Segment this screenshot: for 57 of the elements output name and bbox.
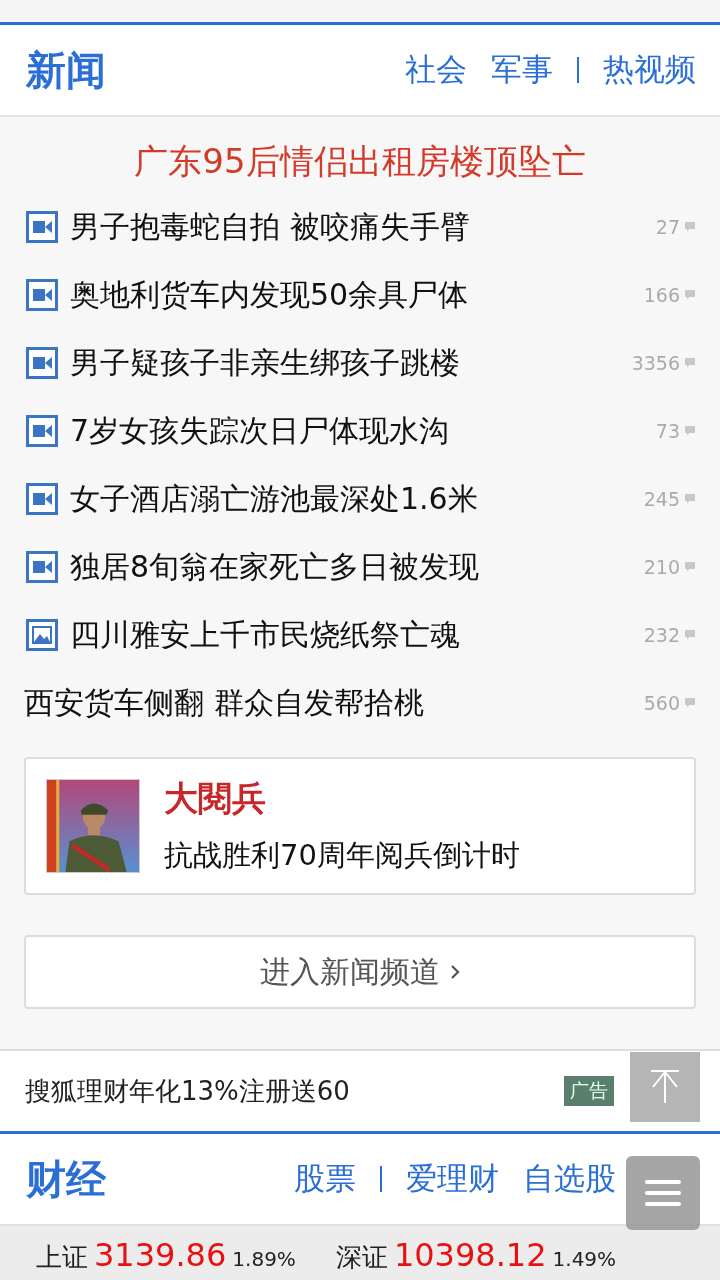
section-title[interactable]: 财经 [26, 1151, 106, 1207]
news-link[interactable]: 奥地利货车内发现50余具尸体 [70, 274, 644, 316]
channel-button[interactable]: 进入新闻频道 [24, 935, 696, 1009]
promo-card[interactable]: 大閱兵 抗战胜利70周年阅兵倒计时 [24, 757, 696, 895]
news-link[interactable]: 男子抱毒蛇自拍 被咬痛失手臂 [70, 206, 656, 248]
news-link[interactable]: 7岁女孩失踪次日尸体现水沟 [70, 410, 656, 452]
menu-button[interactable] [626, 1156, 700, 1230]
section-link[interactable]: 热视频 [603, 49, 696, 91]
comment-count: 73 [655, 420, 680, 442]
promo-subtitle: 抗战胜利70周年阅兵倒计时 [164, 837, 520, 874]
news-link[interactable]: 西安货车侧翻 群众自发帮拾桃 [24, 682, 644, 724]
video-icon [26, 551, 58, 583]
comment-count: 166 [643, 284, 680, 306]
index-value: 3139.86 [94, 1236, 227, 1274]
headline-link[interactable]: 广东95后情侣出租房楼顶坠亡 [24, 139, 696, 185]
comment-icon [684, 561, 696, 573]
comment-icon [684, 493, 696, 505]
promo-title: 大閱兵 [164, 777, 267, 820]
video-icon [26, 483, 58, 515]
comment-icon [684, 629, 696, 641]
ad-text: 搜狐理财年化13%注册送60 [25, 1074, 350, 1108]
video-icon [26, 415, 58, 447]
comment-count: 210 [643, 556, 680, 578]
comment-icon [684, 221, 696, 233]
index-value: 10398.12 [393, 1236, 547, 1274]
comment-count: 232 [643, 624, 680, 646]
comment-icon [684, 697, 696, 709]
menu-icon [643, 1178, 683, 1208]
news-link[interactable]: 女子酒店溺亡游池最深处1.6米 [70, 478, 644, 520]
index-name: 上证 [36, 1241, 88, 1274]
video-icon [26, 279, 58, 311]
video-icon [26, 211, 58, 243]
index-name: 深证 [335, 1241, 388, 1274]
comment-icon [684, 289, 696, 301]
video-icon [26, 347, 58, 379]
comment-icon [684, 425, 696, 437]
ad-label: 广告 [564, 1076, 614, 1106]
news-link[interactable]: 独居8旬翁在家死亡多日被发现 [70, 546, 644, 588]
comment-count: 560 [643, 692, 680, 714]
section-link[interactable]: 自选股 [523, 1158, 616, 1200]
ad-banner[interactable]: 搜狐理财年化13%注册送60 广告 [0, 1049, 720, 1131]
comment-count: 245 [643, 488, 680, 510]
news-link[interactable]: 四川雅安上千市民烧纸祭亡魂 [70, 614, 644, 656]
comment-count: 3356 [631, 352, 680, 374]
index-change: 1.49% [552, 1247, 617, 1271]
section-link[interactable]: 军事 [491, 49, 553, 91]
comment-count: 27 [655, 216, 680, 238]
section-link[interactable]: 社会 [405, 49, 467, 91]
news-link[interactable]: 男子疑孩子非亲生绑孩子跳楼 [70, 342, 632, 384]
section-link[interactable]: 股票 [294, 1158, 356, 1200]
index-change: 1.89% [232, 1247, 296, 1271]
section-title[interactable]: 新闻 [26, 42, 106, 98]
back-to-top-button[interactable] [630, 1052, 700, 1122]
comment-icon [684, 357, 696, 369]
chevron-icon [450, 964, 460, 980]
image-icon [26, 619, 58, 651]
section-link[interactable]: 爱理财 [406, 1158, 499, 1200]
